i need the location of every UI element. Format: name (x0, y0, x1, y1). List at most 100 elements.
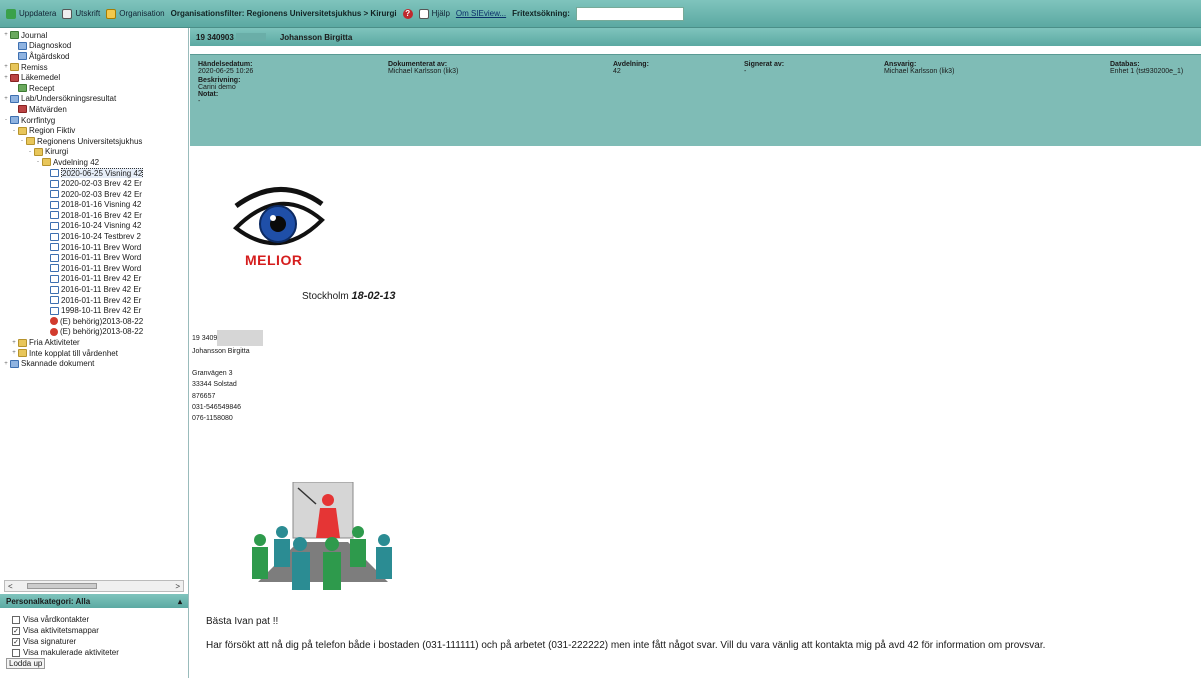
redacted-block (235, 33, 266, 41)
tree-item[interactable]: - Kirurgi (2, 147, 188, 158)
tree-horizontal-scrollbar[interactable]: < > (4, 580, 184, 592)
expand-icon[interactable]: + (2, 96, 10, 102)
letter-date: 18-02-13 (351, 290, 396, 302)
filter-option-label: Visa aktivitetsmappar (23, 626, 99, 635)
folder-icon (18, 338, 27, 347)
document-icon (50, 306, 59, 315)
tree-item[interactable]: Diagnoskod (2, 41, 188, 52)
tree-item-label: 2016-01-11 Brev Word (61, 263, 142, 273)
personal-footer[interactable]: Lodda up (0, 658, 188, 669)
tree-item-label: Journal (21, 30, 48, 40)
tree-item[interactable]: 2016-10-11 Brev Word (2, 242, 188, 253)
collapse-icon[interactable]: - (10, 128, 18, 134)
checkbox-icon[interactable] (12, 615, 20, 624)
collapse-icon[interactable]: ▴ (178, 597, 182, 606)
tree-item[interactable]: Mätvärden (2, 104, 188, 115)
tree-item[interactable]: 2020-02-03 Brev 42 Er (2, 189, 188, 200)
tree-item-label: 2020-02-03 Brev 42 Er (61, 179, 142, 189)
expand-icon[interactable]: + (2, 361, 10, 367)
tree-item[interactable]: Recept (2, 83, 188, 94)
scrollbar-thumb[interactable] (27, 583, 97, 589)
help-button[interactable]: Hjälp (418, 8, 450, 19)
tree-item[interactable]: Åtgärdskod (2, 51, 188, 62)
note-value: - (198, 98, 201, 105)
search-label: Fritextsökning: (512, 9, 570, 18)
filter-option[interactable]: ✓ Visa aktivitetsmappar (0, 625, 188, 636)
tree-item[interactable]: + Remiss (2, 62, 188, 73)
document-icon (50, 274, 59, 283)
filter-option[interactable]: ✓ Visa signaturer (0, 636, 188, 647)
event-date-column: Händelsedatum: 2020-06-25 10:26 (198, 61, 253, 75)
tree-item[interactable]: 2016-10-24 Visning 42 (2, 221, 188, 232)
tree-item[interactable]: - Region Fiktiv (2, 125, 188, 136)
tree-item[interactable]: 2016-01-11 Brev 42 Er (2, 274, 188, 285)
expand-icon[interactable]: + (2, 64, 10, 70)
folder-icon (10, 63, 19, 72)
logo-text: MELIOR (245, 252, 303, 268)
expand-icon[interactable]: + (10, 340, 18, 346)
scan-icon (10, 359, 19, 368)
tree-item-label: Läkemedel (21, 73, 61, 83)
tree-item[interactable]: + Lab/Undersökningsresultat (2, 94, 188, 105)
update-button[interactable]: Uppdatera (6, 8, 57, 19)
document-icon (50, 200, 59, 209)
tree-item-label: 2020-02-03 Brev 42 Er (61, 189, 142, 199)
tree-item[interactable]: - Avdelning 42 (2, 157, 188, 168)
tree-item[interactable]: + Fria Aktiviteter (2, 337, 188, 348)
tree-item[interactable]: 1998-10-11 Brev 42 Er (2, 305, 188, 316)
update-label: Uppdatera (19, 9, 57, 18)
personal-category-header[interactable]: Personalkategori: Alla ▴ (0, 594, 188, 608)
scroll-right-icon[interactable]: > (175, 582, 180, 591)
tree-item[interactable]: 2018-01-16 Brev 42 Er (2, 210, 188, 221)
tree-item[interactable]: 2016-01-11 Brev 42 Er (2, 284, 188, 295)
filter-option[interactable]: Visa vårdkontakter (0, 614, 188, 625)
letter-greeting: Bästa Ivan pat !! (206, 616, 279, 627)
print-button[interactable]: Utskrift (62, 8, 101, 19)
tree-item[interactable]: (E) behörig)2013-08-22 (2, 327, 188, 338)
tree-item[interactable]: 2020-02-03 Brev 42 Er (2, 178, 188, 189)
tree-item-label: Avdelning 42 (53, 157, 100, 167)
filter-option[interactable]: Visa makulerade aktiviteter (0, 647, 188, 658)
expand-icon[interactable]: + (2, 32, 10, 38)
organisation-filter: Organisationsfilter: Regionens Universit… (170, 9, 397, 18)
print-label: Utskrift (75, 9, 101, 18)
printer-icon (62, 8, 73, 19)
expand-icon[interactable]: + (10, 350, 18, 356)
help-icon[interactable]: ? (402, 8, 413, 19)
documented-by-column: Dokumenterat av: Michael Karlsson (lik3) (388, 61, 458, 75)
search-input[interactable] (575, 6, 684, 21)
collapse-icon[interactable]: - (34, 159, 42, 165)
tree-item[interactable]: + Inte kopplat till vårdenhet (2, 348, 188, 359)
checkbox-checked-icon[interactable]: ✓ (12, 626, 20, 635)
organisation-button[interactable]: Organisation (106, 8, 165, 19)
tree-item[interactable]: 2016-01-11 Brev Word (2, 263, 188, 274)
collapse-icon[interactable]: - (2, 117, 10, 123)
folder-icon (34, 147, 43, 156)
tree-item[interactable]: - Korrfintyg (2, 115, 188, 126)
tree-item[interactable]: + Skannade dokument (2, 358, 188, 369)
checkbox-checked-icon[interactable]: ✓ (12, 637, 20, 646)
document-icon (50, 190, 59, 199)
help-book-icon (418, 8, 429, 19)
tree-item[interactable]: 2016-01-11 Brev Word (2, 252, 188, 263)
checkbox-icon[interactable] (12, 648, 20, 657)
tree-item-label: Regionens Universitetsjukhus (37, 136, 143, 146)
tree-item[interactable]: - Regionens Universitetsjukhus (2, 136, 188, 147)
tree-item[interactable]: + Journal (2, 30, 188, 41)
tree-item-label: (E) behörig)2013-08-22 (60, 327, 144, 337)
tree-item[interactable]: + Läkemedel (2, 72, 188, 83)
collapse-icon[interactable]: - (26, 149, 34, 155)
event-date-value: 2020-06-25 10:26 (198, 68, 254, 75)
tree-item-label: Åtgärdskod (29, 51, 70, 61)
tree-item[interactable]: 2016-10-24 Testbrev 2 (2, 231, 188, 242)
scroll-left-icon[interactable]: < (8, 582, 13, 591)
tree-item[interactable]: (E) behörig)2013-08-22 (2, 316, 188, 327)
patient-name: Johansson Birgitta (279, 32, 353, 42)
lab-icon (10, 94, 19, 103)
collapse-icon[interactable]: - (18, 138, 26, 144)
tree-item[interactable]: 2016-01-11 Brev 42 Er (2, 295, 188, 306)
tree-item[interactable]: 2020-06-25 Visning 42 (2, 167, 188, 179)
tree-item[interactable]: 2018-01-16 Visning 42 (2, 200, 188, 211)
about-link[interactable]: Om SIEview... (456, 9, 506, 18)
expand-icon[interactable]: + (2, 75, 10, 81)
